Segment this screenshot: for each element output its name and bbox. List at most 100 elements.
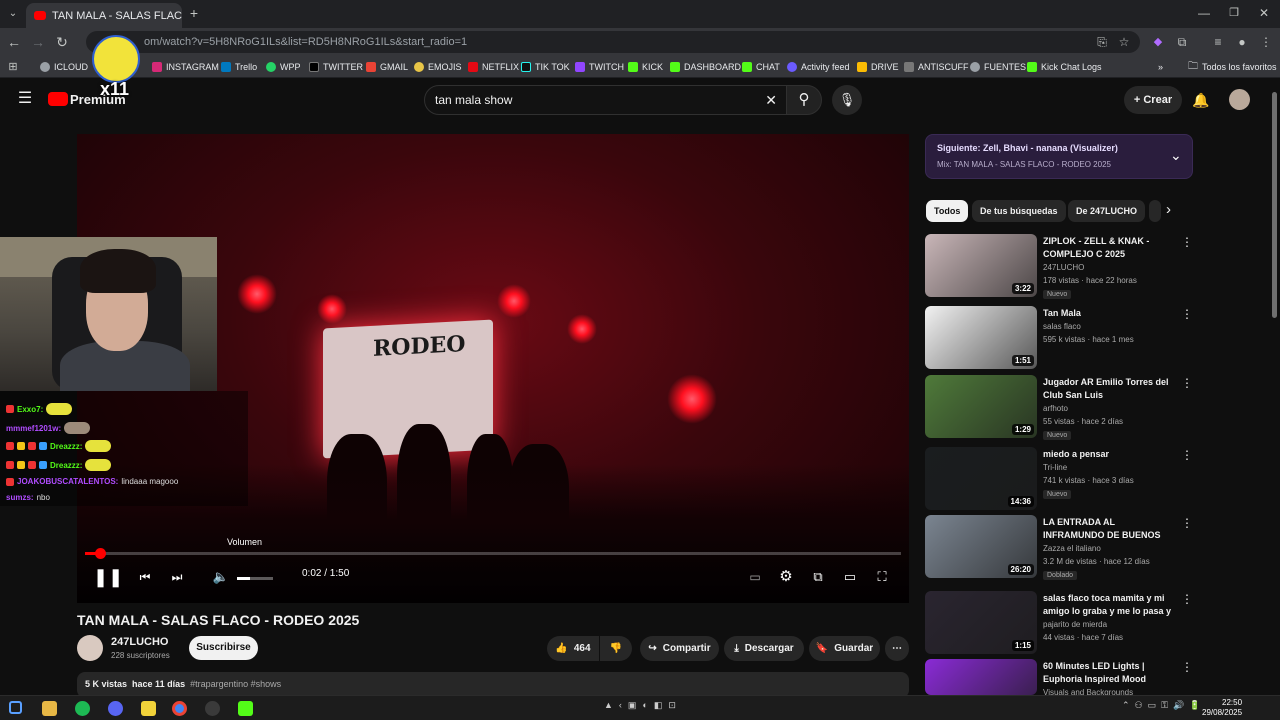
search-input[interactable]: tan mala show ✕: [424, 85, 788, 115]
more-actions-icon[interactable]: ⋯: [885, 636, 909, 661]
recommendation-channel[interactable]: salas flaco: [1043, 322, 1081, 331]
bookmark-gmail[interactable]: GMAIL: [366, 59, 408, 75]
bookmark-drive[interactable]: DRIVE: [857, 59, 899, 75]
page-scrollbar[interactable]: [1272, 92, 1277, 318]
bookmark-tiktok[interactable]: TIK TOK: [521, 59, 570, 75]
more-options-icon[interactable]: ⋮: [1181, 236, 1193, 248]
channel-avatar[interactable]: [77, 635, 103, 661]
recommendation-item[interactable]: 3:22 ZIPLOK - ZELL & KNAK - COMPLEJO C 20…: [925, 234, 1193, 299]
recommendation-title[interactable]: miedo a pensar: [1043, 448, 1175, 461]
system-tray-icons[interactable]: ⌃⚇▭⚿🔊🔋: [1122, 700, 1205, 711]
chip-todos[interactable]: Todos: [926, 200, 969, 222]
bookmark-wpp[interactable]: WPP: [266, 59, 301, 75]
forward-icon[interactable]: →: [30, 34, 46, 50]
subtitles-icon[interactable]: ▭: [745, 567, 765, 587]
bookmark-twitch[interactable]: TWITCH: [575, 59, 624, 75]
restore-icon[interactable]: ❐: [1226, 5, 1242, 21]
recommendation-title[interactable]: Tan Mala: [1043, 307, 1175, 320]
chips-next-icon[interactable]: ›: [1166, 201, 1171, 218]
more-options-icon[interactable]: ⋮: [1181, 377, 1193, 389]
video-thumbnail[interactable]: 1:15: [925, 591, 1037, 654]
recommendation-channel[interactable]: Zazza el italiano: [1043, 544, 1101, 553]
progress-scrubber[interactable]: [94, 548, 106, 559]
bookmark-star-icon[interactable]: ☆: [1116, 34, 1132, 50]
bookmark-instagram[interactable]: INSTAGRAM: [152, 59, 219, 75]
new-tab-icon[interactable]: +: [186, 5, 202, 21]
bookmark-twitter[interactable]: TWITTER: [309, 59, 363, 75]
bookmark-emojis[interactable]: EMOJIS: [414, 59, 462, 75]
url-input[interactable]: om/watch?v=5H8NRoG1ILs&list=RD5H8NRoG1IL…: [86, 31, 1140, 53]
recommendation-item[interactable]: 14:36 miedo a pensar Tri-line 741 k vistas …: [925, 447, 1193, 511]
bookmark-kick-chat-logs[interactable]: Kick Chat Logs: [1027, 59, 1102, 75]
download-button[interactable]: ⤓ Descargar: [724, 636, 804, 661]
all-favorites[interactable]: 🗀 Todos los favoritos: [1188, 59, 1277, 75]
video-thumbnail[interactable]: 26:20: [925, 515, 1037, 578]
video-thumbnail[interactable]: 14:36: [925, 447, 1037, 510]
bookmark-netflix[interactable]: NETFLIX: [468, 59, 519, 75]
recommendation-item[interactable]: 1:29 Jugador AR Emilio Torres del Club Sa…: [925, 375, 1193, 440]
previous-icon[interactable]: ⏮: [135, 567, 155, 587]
discord-icon[interactable]: [108, 701, 123, 716]
bookmark-fuentes[interactable]: FUENTES: [970, 59, 1026, 75]
obs-icon[interactable]: [205, 701, 220, 716]
bookmarks-overflow-icon[interactable]: »: [1158, 59, 1163, 75]
dislike-button[interactable]: 👎: [600, 636, 632, 661]
recommendation-channel[interactable]: 247LUCHO: [1043, 263, 1084, 272]
pause-icon[interactable]: ❚❚: [93, 567, 123, 587]
extension-twitch-icon[interactable]: ◆: [1150, 34, 1166, 50]
chip-de-tus-busquedas[interactable]: De tus búsquedas: [972, 200, 1066, 222]
progress-bar[interactable]: [85, 548, 901, 559]
recommendation-channel[interactable]: Tri-line: [1043, 463, 1067, 472]
channel-name[interactable]: 247LUCHO: [111, 636, 168, 648]
bookmark-dashboard[interactable]: DASHBOARD: [670, 59, 741, 75]
apps-grid-icon[interactable]: ⊞: [6, 59, 20, 75]
recommendation-channel[interactable]: pajarito de mierda: [1043, 620, 1107, 629]
recommendation-title[interactable]: LA ENTRADA AL INFRAMUNDO DE BUENOS AIRES…: [1043, 516, 1175, 542]
recommendation-title[interactable]: 60 Minutes LED Lights | Euphoria Inspire…: [1043, 660, 1175, 686]
create-button[interactable]: + Crear: [1124, 86, 1182, 114]
recommendation-title[interactable]: Jugador AR Emilio Torres del Club San Lu…: [1043, 376, 1175, 402]
browser-tab[interactable]: TAN MALA - SALAS FLACO 🔊 ✕: [26, 3, 182, 28]
account-avatar[interactable]: [1229, 89, 1250, 110]
youtube-logo-icon[interactable]: [48, 92, 68, 106]
more-options-icon[interactable]: ⋮: [1181, 449, 1193, 461]
bookmark-activity-feed[interactable]: Activity feed: [787, 59, 850, 75]
profile-icon[interactable]: ●: [1234, 34, 1250, 50]
up-next-panel[interactable]: Siguiente: Zell, Bhavi - nanana (Visuali…: [925, 134, 1193, 179]
recommendation-item[interactable]: 1:51 Tan Mala salas flaco 595 k vistas · ha…: [925, 306, 1193, 370]
kick-app-icon[interactable]: [238, 701, 253, 716]
bookmark-kick[interactable]: KICK: [628, 59, 663, 75]
share-button[interactable]: ↪ Compartir: [640, 636, 719, 661]
like-button[interactable]: 👍 464: [547, 636, 599, 661]
volume-icon[interactable]: 🔈: [211, 567, 231, 587]
chevron-down-icon[interactable]: ⌄: [1170, 147, 1182, 164]
recommendation-title[interactable]: salas flaco toca mamita y mi amigo lo gr…: [1043, 592, 1175, 618]
video-thumbnail[interactable]: [925, 659, 1037, 695]
bookmark-icloud[interactable]: ICLOUD: [40, 59, 88, 75]
voice-search-button[interactable]: 🎙: [832, 85, 862, 115]
chip-de-247lucho[interactable]: De 247LUCHO: [1068, 200, 1146, 222]
reload-icon[interactable]: ↻: [54, 34, 70, 50]
more-options-icon[interactable]: ⋮: [1181, 593, 1193, 605]
recommendation-channel[interactable]: arfhoto: [1043, 404, 1068, 413]
recommendation-item[interactable]: 1:15 salas flaco toca mamita y mi amigo l…: [925, 591, 1193, 655]
recommendation-title[interactable]: ZIPLOK - ZELL & KNAK - COMPLEJO C 2025: [1043, 235, 1175, 261]
more-options-icon[interactable]: ⋮: [1181, 308, 1193, 320]
sticky-notes-icon[interactable]: [141, 701, 156, 716]
fullscreen-icon[interactable]: ⛶: [872, 567, 892, 587]
install-icon[interactable]: ⎘: [1094, 34, 1110, 50]
settings-gear-icon[interactable]: ⚙: [776, 567, 796, 587]
clear-search-icon[interactable]: ✕: [765, 86, 777, 114]
bookmark-antiscuff[interactable]: ANTISCUFF: [904, 59, 969, 75]
chrome-icon[interactable]: [172, 701, 187, 716]
clock[interactable]: 22:50 29/08/2025: [1202, 698, 1242, 718]
menu-icon[interactable]: ⋮: [1258, 34, 1274, 50]
file-explorer-icon[interactable]: [42, 701, 57, 716]
start-icon[interactable]: [9, 701, 22, 714]
bookmark-trello[interactable]: Trello: [221, 59, 257, 75]
close-window-icon[interactable]: ✕: [1256, 5, 1272, 21]
tab-list-icon[interactable]: ⌄: [6, 6, 20, 22]
subscribe-button[interactable]: Suscribirse: [189, 636, 258, 660]
more-options-icon[interactable]: ⋮: [1181, 517, 1193, 529]
spotify-icon[interactable]: [75, 701, 90, 716]
